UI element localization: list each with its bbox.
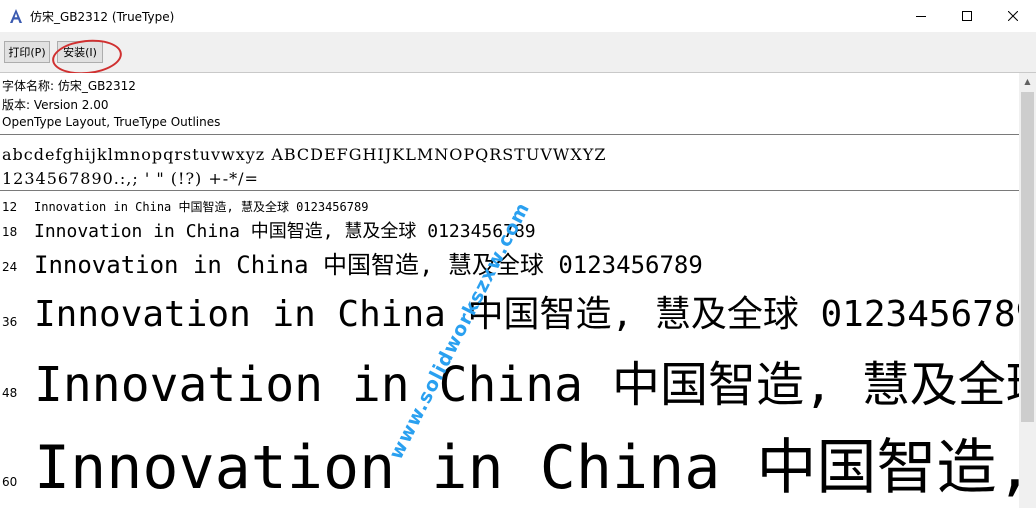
sample-text-12: Innovation in China 中国智造, 慧及全球 012345678… (34, 200, 369, 214)
window-title: 仿宋_GB2312 (TrueType) (30, 10, 175, 24)
divider (0, 134, 1019, 135)
font-name-info: 字体名称: 仿宋_GB2312 (2, 79, 136, 93)
sample-text-18: Innovation in China 中国智造, 慧及全球 012345678… (34, 221, 536, 242)
sample-size-label: 48 (2, 386, 18, 400)
close-icon (1008, 11, 1018, 21)
sample-size-label: 18 (2, 225, 18, 239)
minimize-button[interactable] (898, 0, 944, 32)
sample-text-60: Innovation in China 中国智造, 慧及全球 012345678… (34, 433, 1019, 503)
maximize-button[interactable] (944, 0, 990, 32)
sample-text-48: Innovation in China 中国智造, 慧及全球 012345678… (34, 357, 1019, 413)
font-viewer-app-icon (10, 9, 22, 23)
sample-size-label: 60 (2, 475, 18, 489)
install-button[interactable]: 安装(I) (57, 41, 103, 63)
close-button[interactable] (990, 0, 1036, 32)
font-version-info: 版本: Version 2.00 (2, 98, 109, 112)
print-button[interactable]: 打印(P) (4, 41, 50, 63)
charset-line-1: abcdefghijklmnopqrstuvwxyz ABCDEFGHIJKLM… (2, 145, 607, 164)
sample-size-label: 36 (2, 315, 18, 329)
divider (0, 190, 1019, 191)
minimize-icon (916, 16, 926, 17)
maximize-icon (962, 11, 972, 21)
scrollbar-thumb[interactable] (1021, 92, 1034, 422)
scroll-up-arrow-icon[interactable]: ▲ (1019, 73, 1036, 90)
font-preview-area: 字体名称: 仿宋_GB2312 版本: Version 2.00 OpenTyp… (0, 73, 1019, 508)
vertical-scrollbar[interactable]: ▲ (1019, 73, 1036, 508)
title-bar: 仿宋_GB2312 (TrueType) (0, 0, 1036, 32)
sample-size-label: 24 (2, 260, 18, 274)
sample-text-36: Innovation in China 中国智造, 慧及全球 012345678… (34, 294, 1019, 335)
sample-text-24: Innovation in China 中国智造, 慧及全球 012345678… (34, 251, 703, 279)
charset-line-2: 1234567890.:,; ' " (!?) +-*/= (2, 169, 259, 188)
sample-size-label: 12 (2, 200, 18, 214)
toolbar: 打印(P) 安装(I) (0, 32, 1036, 73)
font-outline-info: OpenType Layout, TrueType Outlines (2, 115, 221, 129)
